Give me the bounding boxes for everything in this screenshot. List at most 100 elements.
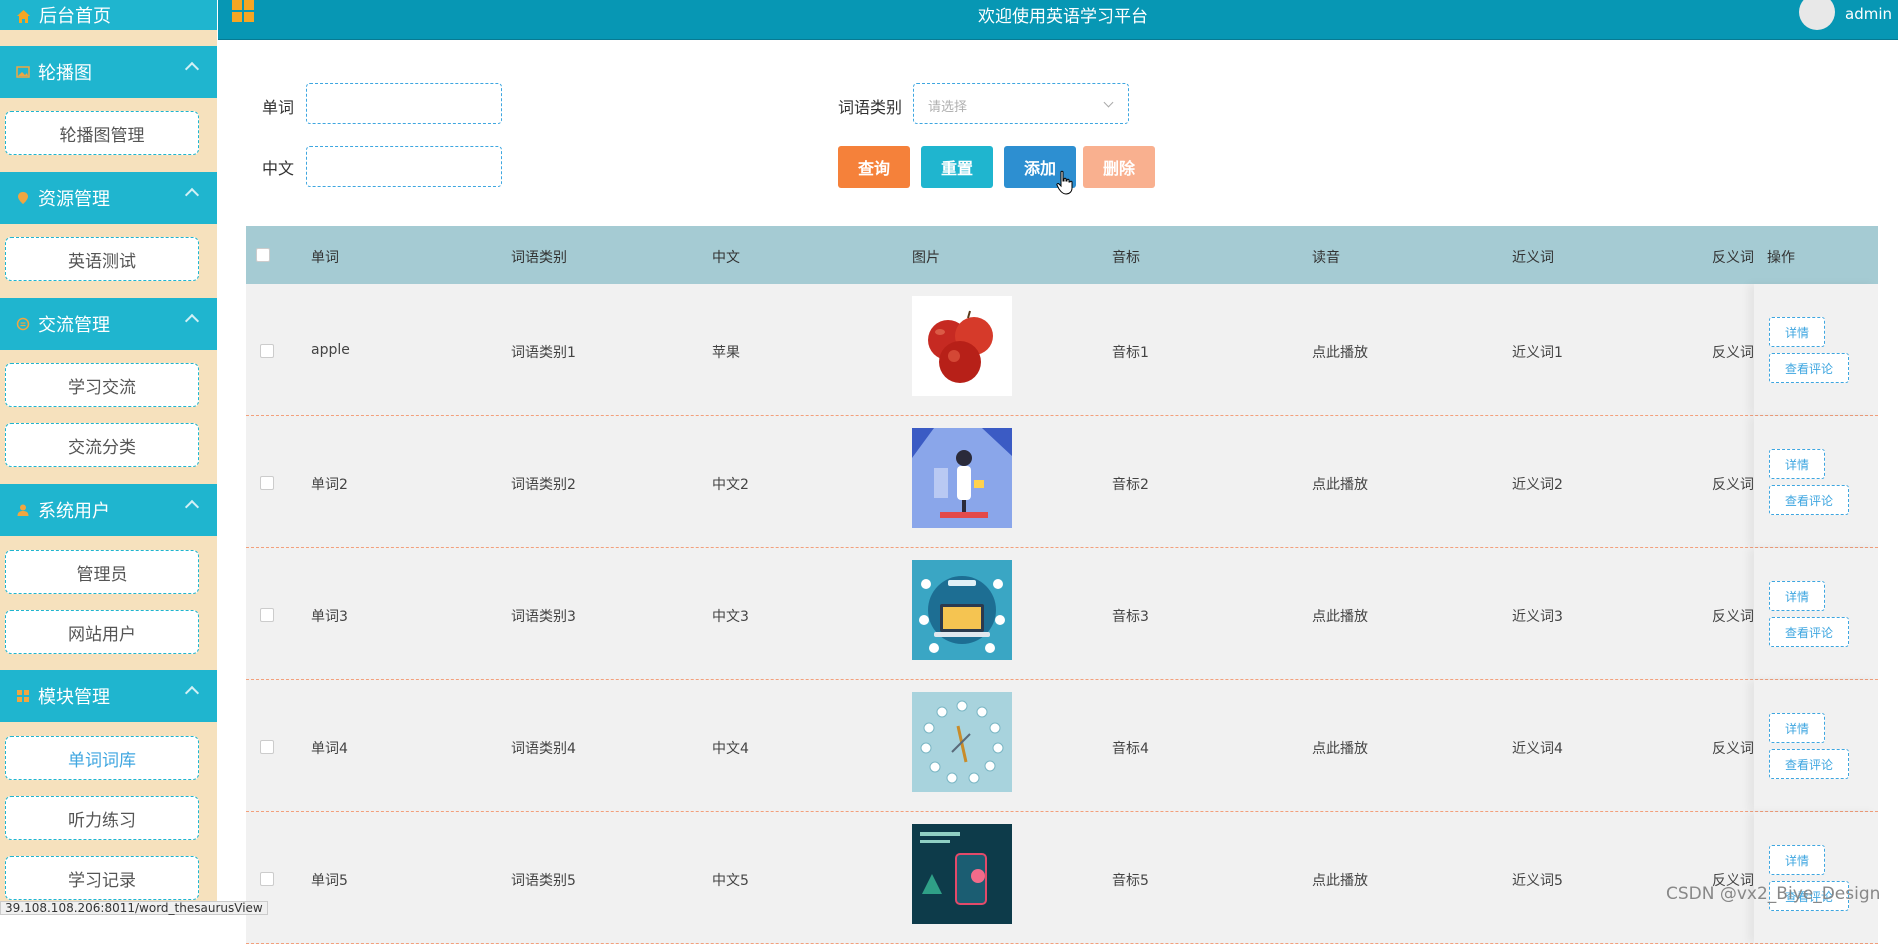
image-icon (16, 65, 30, 79)
cell-pronounce[interactable]: 点此播放 (1312, 474, 1368, 494)
select-all-checkbox[interactable] (256, 248, 270, 262)
username[interactable]: admin (1845, 5, 1892, 23)
cell-category: 词语类别3 (511, 609, 576, 625)
query-button[interactable]: 查询 (838, 146, 910, 188)
cell-antonym: 反义词2 (1712, 477, 1754, 493)
sidebar-item-listening[interactable]: 听力练习 (5, 796, 199, 840)
cell-phonetic: 音标1 (1112, 345, 1149, 361)
table-row: 单词3 词语类别3 中文3 音标3 点此播放 近义词3 反义词3 (246, 548, 1878, 680)
group-carousel[interactable]: 轮播图 (0, 46, 217, 98)
cell-chinese: 中文3 (712, 609, 749, 625)
reset-button[interactable]: 重置 (921, 146, 993, 188)
sidebar-item-exchange-category[interactable]: 交流分类 (5, 423, 199, 467)
detail-button[interactable]: 详情 (1769, 581, 1825, 611)
chevron-up-icon (184, 187, 200, 203)
cell-chinese: 中文5 (712, 873, 749, 889)
row-actions: 详情 查看评论 (1754, 416, 1878, 547)
topbar: 欢迎使用英语学习平台 admin (218, 0, 1898, 40)
chevron-up-icon (184, 61, 200, 77)
cell-pronounce[interactable]: 点此播放 (1312, 342, 1368, 362)
row-checkbox[interactable] (260, 608, 274, 622)
group-label: 系统用户 (38, 501, 110, 522)
language-learning-image[interactable] (912, 824, 1012, 924)
cell-synonym: 近义词3 (1512, 609, 1563, 625)
sidebar-item-study-records[interactable]: 学习记录 (5, 856, 199, 900)
chevron-up-icon (184, 313, 200, 329)
cell-pronounce[interactable]: 点此播放 (1312, 870, 1368, 890)
cell-word: 单词2 (311, 477, 348, 493)
sidebar-item-carousel-manage[interactable]: 轮播图管理 (5, 111, 199, 155)
header-actions: 操作 (1767, 250, 1795, 266)
table-row: apple 词语类别1 苹果 音标1 点此播放 近义词1 反义词1 详情 查看评… (246, 284, 1878, 416)
detail-button[interactable]: 详情 (1769, 317, 1825, 347)
nav-home[interactable]: 后台首页 (0, 0, 217, 30)
view-comments-button[interactable]: 查看评论 (1769, 353, 1849, 383)
chinese-input[interactable] (306, 146, 502, 187)
sidebar-item-word-bank[interactable]: 单词词库 (5, 736, 199, 780)
group-label: 交流管理 (38, 315, 110, 336)
cell-phonetic: 音标2 (1112, 477, 1149, 493)
location-pin-icon (16, 191, 30, 205)
sidebar-item-site-users[interactable]: 网站用户 (5, 610, 199, 654)
table-row: 单词5 词语类别5 中文5 音标5 点此播放 近义词5 反义词5 详情 查看评论 (246, 812, 1878, 944)
cell-category: 词语类别2 (511, 477, 576, 493)
status-url: 39.108.108.206:8011/word_thesaurusView (0, 901, 268, 915)
sidebar-item-english-test[interactable]: 英语测试 (5, 237, 199, 281)
delete-button[interactable]: 删除 (1083, 146, 1155, 188)
group-system-users[interactable]: 系统用户 (0, 484, 217, 536)
cell-pronounce[interactable]: 点此播放 (1312, 606, 1368, 626)
word-input[interactable] (306, 83, 502, 124)
table-row: 单词2 词语类别2 中文2 音标2 点此播放 近义词2 反义词2 详情 查看评论 (246, 416, 1878, 548)
group-label: 模块管理 (38, 687, 110, 708)
chevron-up-icon (184, 499, 200, 515)
row-actions: 详情 查看评论 (1754, 284, 1878, 415)
detail-button[interactable]: 详情 (1769, 449, 1825, 479)
category-label: 词语类别 (838, 98, 903, 117)
header-image: 图片 (912, 250, 940, 266)
sidebar-item-study-exchange[interactable]: 学习交流 (5, 363, 199, 407)
header-pronounce: 读音 (1312, 250, 1340, 266)
row-checkbox[interactable] (260, 740, 274, 754)
cell-synonym: 近义词5 (1512, 873, 1563, 889)
apple-image[interactable] (912, 296, 1012, 396)
sidebar-item-admins[interactable]: 管理员 (5, 550, 199, 594)
chat-icon (16, 317, 30, 331)
cell-category: 词语类别1 (511, 345, 576, 361)
sidebar: 后台首页 轮播图 轮播图管理 资源管理 英语测试 交流管理 学习交流 交流分类 … (0, 0, 217, 915)
row-actions: 详情 查看评论 (1754, 680, 1878, 811)
watermark: CSDN @vx2_Biye_Design (1666, 884, 1881, 904)
view-comments-button[interactable]: 查看评论 (1769, 617, 1849, 647)
detail-button[interactable]: 详情 (1769, 845, 1825, 875)
group-modules[interactable]: 模块管理 (0, 670, 217, 722)
view-comments-button[interactable]: 查看评论 (1769, 749, 1849, 779)
online-education-image[interactable] (912, 560, 1012, 660)
cell-synonym: 近义词4 (1512, 741, 1563, 757)
category-select[interactable]: 请选择 (913, 83, 1129, 124)
cell-category: 词语类别4 (511, 741, 576, 757)
user-icon (16, 503, 30, 517)
study-illustration-image[interactable] (912, 428, 1012, 528)
header-category: 词语类别 (511, 250, 567, 266)
chevron-down-icon (1103, 97, 1114, 108)
table-header: 单词 词语类别 中文 图片 音标 读音 近义词 反义词 操作 (246, 226, 1878, 284)
row-checkbox[interactable] (260, 872, 274, 886)
row-actions: 详情 查看评论 (1754, 548, 1878, 679)
cell-synonym: 近义词2 (1512, 477, 1563, 493)
cell-pronounce[interactable]: 点此播放 (1312, 738, 1368, 758)
row-checkbox[interactable] (260, 476, 274, 490)
view-comments-button[interactable]: 查看评论 (1769, 485, 1849, 515)
cell-antonym: 反义词3 (1712, 609, 1754, 625)
page-title: 欢迎使用英语学习平台 (978, 7, 1148, 27)
chinese-label: 中文 (262, 159, 295, 178)
cell-chinese: 苹果 (712, 345, 740, 361)
cell-chinese: 中文2 (712, 477, 749, 493)
header-phonetic: 音标 (1112, 250, 1140, 266)
cell-chinese: 中文4 (712, 741, 749, 757)
group-communication[interactable]: 交流管理 (0, 298, 217, 350)
row-checkbox[interactable] (260, 344, 274, 358)
home-icon (16, 8, 31, 23)
group-resources[interactable]: 资源管理 (0, 172, 217, 224)
icons-circle-image[interactable] (912, 692, 1012, 792)
chevron-up-icon (184, 685, 200, 701)
detail-button[interactable]: 详情 (1769, 713, 1825, 743)
